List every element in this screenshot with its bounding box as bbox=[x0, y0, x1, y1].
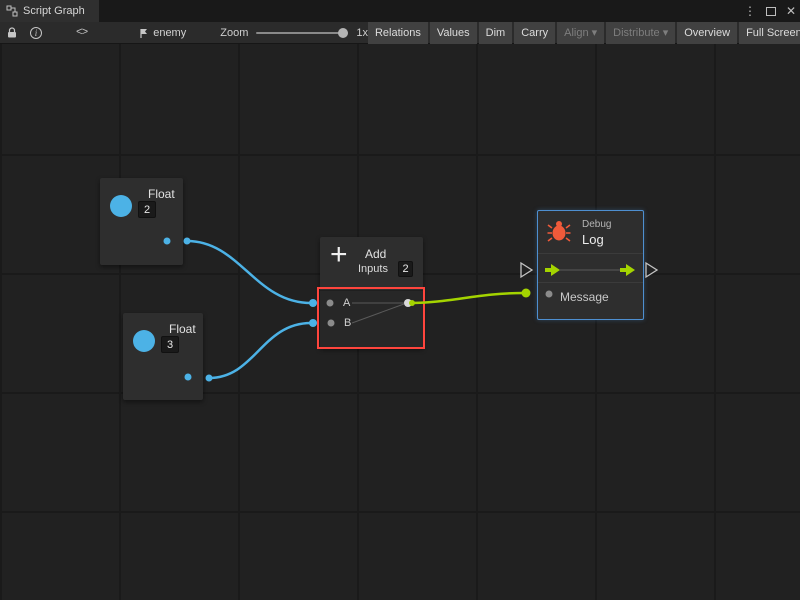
plus-icon: + bbox=[330, 237, 348, 273]
node-category: Debug bbox=[582, 219, 611, 230]
flow-input-port[interactable] bbox=[521, 263, 532, 277]
inputs-count-field[interactable]: 2 bbox=[398, 261, 413, 277]
wire-cap-a bbox=[309, 299, 317, 307]
node-title: Add bbox=[365, 247, 386, 261]
fullscreen-button[interactable]: Full Screen bbox=[739, 22, 800, 44]
graph-pointer-icon bbox=[137, 27, 149, 39]
dim-button[interactable]: Dim bbox=[479, 22, 513, 44]
graph-tab-icon bbox=[6, 5, 18, 17]
relations-button[interactable]: Relations bbox=[368, 22, 428, 44]
breadcrumb[interactable]: enemy bbox=[137, 27, 186, 39]
float-value-field[interactable]: 3 bbox=[161, 336, 179, 353]
float-value-field[interactable]: 2 bbox=[138, 201, 156, 218]
wire-cap bbox=[206, 375, 213, 382]
flow-output-port[interactable] bbox=[646, 263, 657, 277]
close-icon[interactable]: ✕ bbox=[786, 4, 796, 18]
node-title: Float bbox=[169, 322, 196, 336]
wire-cap-message bbox=[522, 289, 531, 298]
zoom-value: 1x bbox=[356, 27, 368, 39]
wire-cap bbox=[184, 238, 191, 245]
zoom-label: Zoom bbox=[220, 27, 248, 39]
zoom-slider-knob[interactable] bbox=[338, 28, 348, 38]
graph-toolbar: i <> enemy Zoom 1x Relations Values Dim … bbox=[0, 22, 800, 44]
float-node-1[interactable]: Float 2 bbox=[100, 178, 183, 265]
graph-name: enemy bbox=[153, 27, 186, 39]
window-menu-icon[interactable]: ⋮ bbox=[744, 4, 756, 18]
values-button[interactable]: Values bbox=[430, 22, 477, 44]
float-node-2[interactable]: Float 3 bbox=[123, 313, 203, 400]
wire-cap-b bbox=[309, 319, 317, 327]
tab-bar: Script Graph ⋮ ✕ bbox=[0, 0, 800, 22]
wire-add-to-message[interactable] bbox=[410, 293, 524, 303]
graph-canvas[interactable]: Float 2 Float 3 + Add Inputs 2 A B Debug… bbox=[0, 44, 800, 600]
distribute-dropdown[interactable]: Distribute ▾ bbox=[606, 22, 675, 44]
debug-log-node[interactable]: Debug Log Message bbox=[537, 210, 644, 320]
wire-float2-to-b[interactable] bbox=[209, 323, 311, 378]
inputs-label: Inputs bbox=[358, 263, 388, 275]
code-view-icon[interactable]: <> bbox=[70, 22, 93, 44]
info-icon[interactable]: i bbox=[24, 22, 48, 44]
node-title: Float bbox=[148, 187, 175, 201]
maximize-icon[interactable] bbox=[766, 7, 776, 16]
carry-button[interactable]: Carry bbox=[514, 22, 555, 44]
zoom-slider[interactable] bbox=[256, 32, 348, 34]
lock-icon[interactable] bbox=[0, 22, 24, 44]
node-title: Log bbox=[582, 232, 604, 247]
overview-button[interactable]: Overview bbox=[677, 22, 737, 44]
tab-script-graph[interactable]: Script Graph bbox=[0, 0, 99, 22]
align-dropdown[interactable]: Align ▾ bbox=[557, 22, 604, 44]
message-port-label: Message bbox=[560, 290, 609, 304]
wire-float1-to-a[interactable] bbox=[187, 241, 311, 303]
flow-ports-row bbox=[538, 253, 643, 283]
tab-title: Script Graph bbox=[23, 5, 85, 17]
selection-highlight bbox=[317, 287, 425, 349]
bug-icon bbox=[547, 219, 571, 243]
